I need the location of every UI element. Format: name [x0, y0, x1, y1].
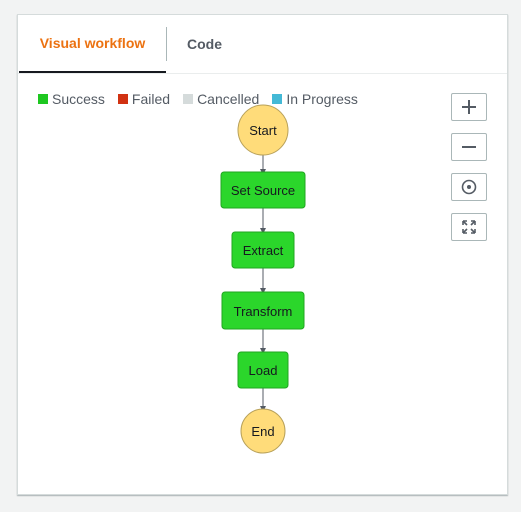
- end-label: End: [251, 424, 274, 439]
- workflow-panel: Visual workflow Code Success Failed Canc…: [17, 14, 508, 495]
- state-label: Set Source: [231, 183, 295, 198]
- state-extract[interactable]: Extract: [231, 231, 295, 269]
- state-label: Extract: [243, 243, 284, 258]
- start-node[interactable]: Start: [237, 104, 289, 156]
- state-set-source[interactable]: Set Source: [220, 171, 306, 209]
- state-label: Load: [249, 363, 278, 378]
- workflow-graph: Start Set Source Extract Transform Load …: [220, 104, 306, 454]
- state-load[interactable]: Load: [237, 351, 289, 389]
- state-label: Transform: [234, 304, 293, 319]
- start-label: Start: [249, 123, 277, 138]
- state-transform[interactable]: Transform: [221, 291, 305, 330]
- end-node[interactable]: End: [240, 408, 286, 454]
